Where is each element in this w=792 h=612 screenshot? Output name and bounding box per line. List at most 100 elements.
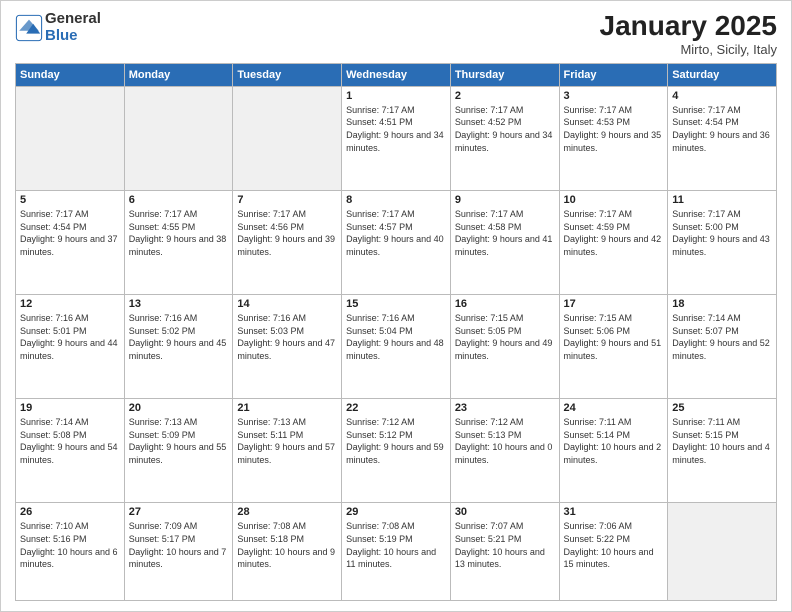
day-number: 18 (672, 298, 772, 310)
day-number: 15 (346, 298, 446, 310)
day-info: Sunrise: 7:16 AMSunset: 5:02 PMDaylight:… (129, 312, 229, 362)
week-row-1: 1 Sunrise: 7:17 AMSunset: 4:51 PMDaylight… (16, 86, 777, 190)
day-number: 5 (20, 194, 120, 206)
day-number: 13 (129, 298, 229, 310)
day-info: Sunrise: 7:17 AMSunset: 4:52 PMDaylight:… (455, 104, 555, 154)
weekday-monday: Monday (124, 63, 233, 86)
weekday-friday: Friday (559, 63, 668, 86)
day-number: 14 (237, 298, 337, 310)
calendar-cell: 31Sunrise: 7:06 AMSunset: 5:22 PMDayligh… (559, 503, 668, 601)
day-info: Sunrise: 7:15 AMSunset: 5:05 PMDaylight:… (455, 312, 555, 362)
calendar-cell: 5Sunrise: 7:17 AMSunset: 4:54 PMDaylight… (16, 190, 125, 294)
weekday-header-row: SundayMondayTuesdayWednesdayThursdayFrid… (16, 63, 777, 86)
calendar-cell: 19 Sunrise: 7:14 AMSunset: 5:08 PMDayligh… (16, 399, 125, 503)
day-number: 17 (564, 298, 664, 310)
calendar-cell: 23 Sunrise: 7:12 AMSunset: 5:13 PMDayligh… (450, 399, 559, 503)
day-number: 2 (455, 90, 555, 102)
day-info: Sunrise: 7:16 AMSunset: 5:04 PMDaylight:… (346, 312, 446, 362)
calendar-cell: 4Sunrise: 7:17 AMSunset: 4:54 PMDaylight… (668, 86, 777, 190)
header: General Blue January 2025 Mirto, Sicily,… (15, 11, 777, 57)
day-number: 23 (455, 402, 555, 414)
day-number: 10 (564, 194, 664, 206)
day-info: Sunrise: 7:14 AMSunset: 5:08 PMDaylight:… (20, 416, 120, 466)
calendar-cell: 13 Sunrise: 7:16 AMSunset: 5:02 PMDayligh… (124, 295, 233, 399)
day-info: Sunrise: 7:12 AMSunset: 5:12 PMDaylight:… (346, 416, 446, 466)
calendar-cell: 12Sunrise: 7:16 AMSunset: 5:01 PMDayligh… (16, 295, 125, 399)
calendar-cell: 1 Sunrise: 7:17 AMSunset: 4:51 PMDaylight… (342, 86, 451, 190)
day-info: Sunrise: 7:07 AMSunset: 5:21 PMDaylight:… (455, 520, 555, 570)
day-info: Sunrise: 7:10 AMSunset: 5:16 PMDaylight:… (20, 520, 120, 570)
day-number: 6 (129, 194, 229, 206)
calendar-cell: 10 Sunrise: 7:17 AMSunset: 4:59 PMDayligh… (559, 190, 668, 294)
calendar-cell: 3 Sunrise: 7:17 AMSunset: 4:53 PMDaylight… (559, 86, 668, 190)
day-number: 8 (346, 194, 446, 206)
week-row-3: 12Sunrise: 7:16 AMSunset: 5:01 PMDayligh… (16, 295, 777, 399)
calendar-cell: 21 Sunrise: 7:13 AMSunset: 5:11 PMDayligh… (233, 399, 342, 503)
day-info: Sunrise: 7:14 AMSunset: 5:07 PMDaylight:… (672, 312, 772, 362)
day-number: 19 (20, 402, 120, 414)
day-info: Sunrise: 7:08 AMSunset: 5:18 PMDaylight:… (237, 520, 337, 570)
day-number: 20 (129, 402, 229, 414)
location: Mirto, Sicily, Italy (600, 42, 777, 57)
day-number: 9 (455, 194, 555, 206)
calendar-cell (668, 503, 777, 601)
calendar-cell: 6 Sunrise: 7:17 AMSunset: 4:55 PMDaylight… (124, 190, 233, 294)
calendar-cell: 25Sunrise: 7:11 AMSunset: 5:15 PMDayligh… (668, 399, 777, 503)
calendar-cell: 14 Sunrise: 7:16 AMSunset: 5:03 PMDayligh… (233, 295, 342, 399)
day-number: 1 (346, 90, 446, 102)
weekday-thursday: Thursday (450, 63, 559, 86)
weekday-sunday: Sunday (16, 63, 125, 86)
calendar-cell: 28 Sunrise: 7:08 AMSunset: 5:18 PMDayligh… (233, 503, 342, 601)
calendar-cell: 20 Sunrise: 7:13 AMSunset: 5:09 PMDayligh… (124, 399, 233, 503)
day-info: Sunrise: 7:08 AMSunset: 5:19 PMDaylight:… (346, 520, 446, 570)
day-number: 12 (20, 298, 120, 310)
calendar-table: SundayMondayTuesdayWednesdayThursdayFrid… (15, 63, 777, 601)
day-number: 3 (564, 90, 664, 102)
day-info: Sunrise: 7:17 AMSunset: 4:59 PMDaylight:… (564, 208, 664, 258)
day-info: Sunrise: 7:17 AMSunset: 4:57 PMDaylight:… (346, 208, 446, 258)
calendar-cell: 22Sunrise: 7:12 AMSunset: 5:12 PMDayligh… (342, 399, 451, 503)
calendar-cell: 17Sunrise: 7:15 AMSunset: 5:06 PMDayligh… (559, 295, 668, 399)
day-number: 28 (237, 506, 337, 518)
calendar-cell: 30Sunrise: 7:07 AMSunset: 5:21 PMDayligh… (450, 503, 559, 601)
logo: General Blue (15, 11, 101, 44)
day-number: 11 (672, 194, 772, 206)
calendar-cell: 26 Sunrise: 7:10 AMSunset: 5:16 PMDayligh… (16, 503, 125, 601)
calendar-cell: 11Sunrise: 7:17 AMSunset: 5:00 PMDayligh… (668, 190, 777, 294)
calendar-cell: 7Sunrise: 7:17 AMSunset: 4:56 PMDaylight… (233, 190, 342, 294)
calendar-cell (233, 86, 342, 190)
logo-general: General (45, 11, 101, 28)
month-title: January 2025 (600, 11, 777, 42)
calendar-cell: 18 Sunrise: 7:14 AMSunset: 5:07 PMDayligh… (668, 295, 777, 399)
day-number: 7 (237, 194, 337, 206)
page: General Blue January 2025 Mirto, Sicily,… (0, 0, 792, 612)
day-number: 31 (564, 506, 664, 518)
week-row-4: 19 Sunrise: 7:14 AMSunset: 5:08 PMDayligh… (16, 399, 777, 503)
day-number: 29 (346, 506, 446, 518)
calendar-cell: 29 Sunrise: 7:08 AMSunset: 5:19 PMDayligh… (342, 503, 451, 601)
weekday-tuesday: Tuesday (233, 63, 342, 86)
calendar-cell: 2 Sunrise: 7:17 AMSunset: 4:52 PMDaylight… (450, 86, 559, 190)
calendar-cell: 27Sunrise: 7:09 AMSunset: 5:17 PMDayligh… (124, 503, 233, 601)
calendar-cell (124, 86, 233, 190)
day-info: Sunrise: 7:16 AMSunset: 5:03 PMDaylight:… (237, 312, 337, 362)
calendar-cell: 16 Sunrise: 7:15 AMSunset: 5:05 PMDayligh… (450, 295, 559, 399)
title-area: January 2025 Mirto, Sicily, Italy (600, 11, 777, 57)
day-number: 21 (237, 402, 337, 414)
day-info: Sunrise: 7:13 AMSunset: 5:09 PMDaylight:… (129, 416, 229, 466)
day-number: 25 (672, 402, 772, 414)
day-info: Sunrise: 7:12 AMSunset: 5:13 PMDaylight:… (455, 416, 555, 466)
day-number: 27 (129, 506, 229, 518)
day-info: Sunrise: 7:17 AMSunset: 4:51 PMDaylight:… (346, 104, 446, 154)
weekday-saturday: Saturday (668, 63, 777, 86)
week-row-2: 5Sunrise: 7:17 AMSunset: 4:54 PMDaylight… (16, 190, 777, 294)
day-info: Sunrise: 7:17 AMSunset: 4:53 PMDaylight:… (564, 104, 664, 154)
day-info: Sunrise: 7:17 AMSunset: 4:55 PMDaylight:… (129, 208, 229, 258)
weekday-wednesday: Wednesday (342, 63, 451, 86)
day-info: Sunrise: 7:13 AMSunset: 5:11 PMDaylight:… (237, 416, 337, 466)
day-info: Sunrise: 7:17 AMSunset: 4:58 PMDaylight:… (455, 208, 555, 258)
calendar-cell: 15 Sunrise: 7:16 AMSunset: 5:04 PMDayligh… (342, 295, 451, 399)
day-number: 16 (455, 298, 555, 310)
week-row-5: 26 Sunrise: 7:10 AMSunset: 5:16 PMDayligh… (16, 503, 777, 601)
day-number: 26 (20, 506, 120, 518)
